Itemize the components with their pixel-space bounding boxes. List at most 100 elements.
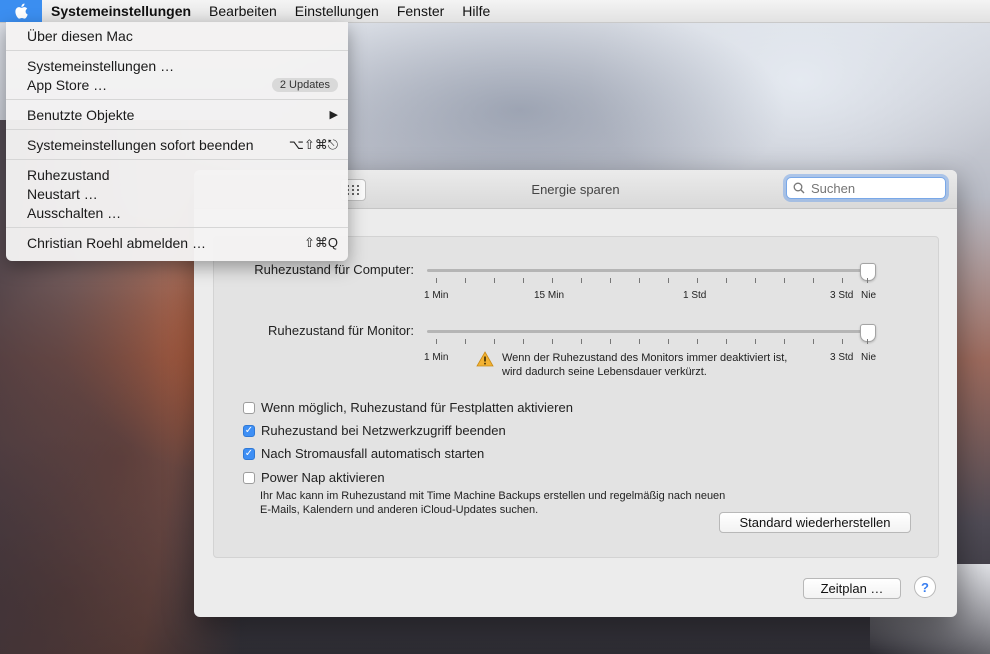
tick bbox=[436, 278, 437, 283]
tick bbox=[668, 278, 669, 283]
tick bbox=[581, 278, 582, 283]
monitor-tick-label-nie: Nie bbox=[861, 352, 877, 363]
warning-line-2: wird dadurch seine Lebensdauer verkürzt. bbox=[502, 366, 707, 378]
apple-menu-dropdown: Über diesen Mac Systemeinstellungen … Ap… bbox=[6, 22, 348, 261]
tick bbox=[552, 339, 553, 344]
monitor-sleep-slider-thumb[interactable] bbox=[860, 324, 876, 342]
tick bbox=[697, 278, 698, 283]
help-button[interactable]: ? bbox=[914, 576, 936, 598]
menu-item-recent-items[interactable]: Benutzte Objekte ▶ bbox=[6, 105, 348, 124]
menu-item-restart[interactable]: Neustart … bbox=[6, 184, 348, 203]
menu-item-system-prefs[interactable]: Systemeinstellungen … bbox=[6, 56, 348, 75]
tick bbox=[813, 339, 814, 344]
monitor-warning: Wenn der Ruhezustand des Monitors immer … bbox=[476, 351, 787, 379]
menu-item-system-prefs-label: Systemeinstellungen … bbox=[27, 57, 175, 74]
tick bbox=[610, 339, 611, 344]
menu-separator bbox=[6, 50, 348, 51]
monitor-sleep-track[interactable] bbox=[427, 330, 867, 333]
settings-panel: Ruhezustand für Computer: 1 Min 15 Min 1… bbox=[213, 236, 939, 558]
menu-separator bbox=[6, 99, 348, 100]
menu-separator bbox=[6, 159, 348, 160]
tick-label-1std: 1 Std bbox=[683, 290, 707, 301]
checkbox-power-nap[interactable] bbox=[243, 471, 255, 484]
option-auto-restart[interactable]: ✓ Nach Stromausfall automatisch starten bbox=[243, 446, 484, 461]
checkbox-disk-sleep[interactable] bbox=[243, 401, 255, 414]
monitor-tick-label-3std: 3 Std bbox=[830, 352, 854, 363]
option-wake-network[interactable]: ✓ Ruhezustand bei Netzwerkzugriff beende… bbox=[243, 423, 506, 438]
option-power-nap[interactable]: Power Nap aktivieren bbox=[243, 470, 385, 485]
checkbox-wake-network[interactable]: ✓ bbox=[243, 424, 255, 437]
menu-item-logout[interactable]: Christian Roehl abmelden … ⇧⌘Q bbox=[6, 233, 348, 252]
tick bbox=[726, 278, 727, 283]
menu-item-app-store[interactable]: App Store … 2 Updates bbox=[6, 75, 348, 94]
tick bbox=[668, 339, 669, 344]
option-disk-sleep-label: Wenn möglich, Ruhezustand für Festplatte… bbox=[261, 400, 573, 415]
menu-bearbeiten[interactable]: Bearbeiten bbox=[200, 3, 286, 19]
tick bbox=[465, 278, 466, 283]
checkbox-auto-restart[interactable]: ✓ bbox=[243, 447, 255, 460]
menu-separator bbox=[6, 129, 348, 130]
menu-item-force-quit[interactable]: Systemeinstellungen sofort beenden ⌥⇧⌘⎋ bbox=[6, 135, 348, 154]
tick bbox=[813, 278, 814, 283]
menu-item-recent-items-label: Benutzte Objekte bbox=[27, 106, 135, 123]
restore-defaults-button[interactable]: Standard wiederherstellen bbox=[719, 512, 911, 533]
tick-label-15min: 15 Min bbox=[534, 290, 565, 301]
tick bbox=[842, 339, 843, 344]
force-quit-shortcut: ⌥⇧⌘⎋ bbox=[288, 136, 338, 152]
tick bbox=[581, 339, 582, 344]
menu-item-sleep[interactable]: Ruhezustand bbox=[6, 165, 348, 184]
option-power-nap-label: Power Nap aktivieren bbox=[261, 470, 385, 485]
tick bbox=[494, 339, 495, 344]
tick bbox=[523, 278, 524, 283]
tick bbox=[523, 339, 524, 344]
tick bbox=[465, 339, 466, 344]
menu-item-logout-label: Christian Roehl abmelden … bbox=[27, 234, 206, 251]
tick bbox=[639, 278, 640, 283]
tick bbox=[552, 278, 553, 283]
tick bbox=[610, 278, 611, 283]
warning-icon bbox=[476, 351, 494, 367]
tick-label-3std: 3 Std bbox=[830, 290, 854, 301]
menu-hilfe[interactable]: Hilfe bbox=[453, 3, 499, 19]
tick bbox=[755, 339, 756, 344]
tick bbox=[842, 278, 843, 283]
option-auto-restart-label: Nach Stromausfall automatisch starten bbox=[261, 446, 485, 461]
tick bbox=[726, 339, 727, 344]
tick bbox=[867, 278, 868, 283]
computer-sleep-label: Ruhezustand für Computer: bbox=[254, 262, 414, 277]
computer-sleep-track[interactable] bbox=[427, 269, 867, 272]
menu-item-restart-label: Neustart … bbox=[27, 185, 98, 202]
tick bbox=[494, 278, 495, 283]
option-wake-network-label: Ruhezustand bei Netzwerkzugriff beenden bbox=[261, 423, 506, 438]
computer-sleep-slider-thumb[interactable] bbox=[860, 263, 876, 281]
menu-fenster[interactable]: Fenster bbox=[388, 3, 453, 19]
schedule-button[interactable]: Zeitplan … bbox=[803, 578, 901, 599]
search-input[interactable] bbox=[809, 179, 943, 197]
menu-item-sleep-label: Ruhezustand bbox=[27, 166, 110, 183]
search-icon bbox=[793, 182, 805, 194]
tick bbox=[639, 339, 640, 344]
submenu-arrow-icon: ▶ bbox=[329, 109, 338, 121]
tick bbox=[755, 278, 756, 283]
menu-item-about[interactable]: Über diesen Mac bbox=[6, 26, 348, 45]
search-field[interactable] bbox=[786, 177, 946, 199]
tick bbox=[784, 278, 785, 283]
updates-badge: 2 Updates bbox=[271, 77, 338, 92]
menu-item-force-quit-label: Systemeinstellungen sofort beenden bbox=[27, 136, 254, 153]
apple-menu-button[interactable] bbox=[0, 0, 42, 22]
power-nap-note: Ihr Mac kann im Ruhezustand mit Time Mac… bbox=[260, 489, 725, 517]
option-disk-sleep[interactable]: Wenn möglich, Ruhezustand für Festplatte… bbox=[243, 400, 573, 415]
menu-systemeinstellungen[interactable]: Systemeinstellungen bbox=[42, 3, 200, 19]
tick-label-nie: Nie bbox=[861, 290, 877, 301]
menu-einstellungen[interactable]: Einstellungen bbox=[286, 3, 388, 19]
tick bbox=[436, 339, 437, 344]
tick bbox=[867, 339, 868, 344]
monitor-tick-label-1min: 1 Min bbox=[424, 352, 449, 363]
apple-logo-icon bbox=[15, 3, 28, 19]
warning-line-1: Wenn der Ruhezustand des Monitors immer … bbox=[502, 352, 788, 364]
menu-item-about-label: Über diesen Mac bbox=[27, 27, 133, 44]
tick-label-1min: 1 Min bbox=[424, 290, 449, 301]
monitor-sleep-label: Ruhezustand für Monitor: bbox=[268, 323, 414, 338]
menu-item-shutdown[interactable]: Ausschalten … bbox=[6, 203, 348, 222]
tick bbox=[697, 339, 698, 344]
